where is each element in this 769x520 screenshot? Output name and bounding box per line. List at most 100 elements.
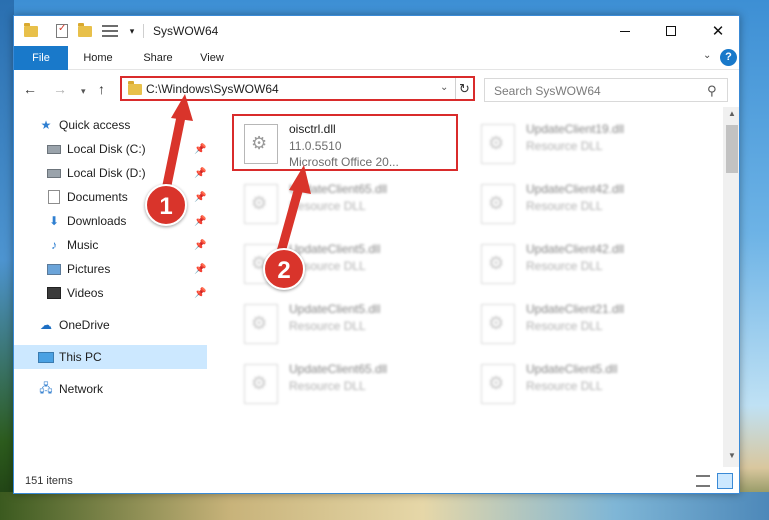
minimize-button[interactable] bbox=[602, 16, 648, 46]
scroll-up-arrow-icon[interactable]: ▲ bbox=[723, 109, 739, 121]
desktop-taskbar-area bbox=[0, 492, 769, 520]
music-icon: ♪ bbox=[51, 238, 57, 252]
file-tile[interactable]: oisctrl.dll 11.0.5510 Microsoft Office 2… bbox=[234, 114, 464, 172]
file-description: Resource DLL bbox=[289, 319, 366, 333]
sidebar-item-pictures[interactable]: Pictures 📌 bbox=[14, 257, 207, 281]
navigation-pane: ★ Quick access Local Disk (C:) 📌 Local D… bbox=[14, 107, 209, 467]
scroll-thumb[interactable] bbox=[726, 125, 738, 173]
file-name: UpdateClient42.dll bbox=[526, 242, 625, 256]
file-description: Resource DLL bbox=[526, 259, 603, 273]
sidebar-item-local-disk-d[interactable]: Local Disk (D:) 📌 bbox=[14, 161, 207, 185]
sidebar-item-label: Quick access bbox=[59, 118, 131, 132]
pictures-icon bbox=[46, 261, 62, 277]
view-options-icon[interactable] bbox=[99, 23, 121, 39]
file-description: Resource DLL bbox=[289, 199, 366, 213]
tab-share[interactable]: Share bbox=[136, 46, 180, 70]
sidebar-item-this-pc[interactable]: This PC bbox=[14, 345, 207, 369]
file-tile[interactable]: UpdateClient5.dll Resource DLL bbox=[471, 354, 701, 412]
dll-file-icon bbox=[481, 304, 515, 344]
sidebar-item-label: Pictures bbox=[67, 262, 111, 276]
search-placeholder: Search SysWOW64 bbox=[494, 84, 601, 98]
sidebar-item-label: Documents bbox=[67, 190, 128, 204]
step-2-badge: 2 bbox=[263, 248, 305, 290]
refresh-icon[interactable]: ↻ bbox=[455, 78, 473, 99]
pin-icon: 📌 bbox=[194, 287, 207, 299]
recent-locations-chevron-icon[interactable]: ▾ bbox=[81, 83, 86, 99]
file-tile[interactable]: UpdateClient5.dll Resource DLL bbox=[234, 294, 464, 352]
sidebar-item-label: Videos bbox=[67, 286, 104, 300]
sidebar-item-quick-access[interactable]: ★ Quick access bbox=[14, 113, 207, 137]
address-bar[interactable]: C:\Windows\SysWOW64 ⌄ ↻ bbox=[120, 76, 475, 101]
sidebar-item-network[interactable]: 🖧 Network bbox=[14, 377, 207, 401]
file-description: Resource DLL bbox=[289, 379, 366, 393]
dll-file-icon bbox=[244, 124, 278, 164]
back-arrow-icon[interactable]: ← bbox=[23, 81, 37, 97]
search-icon: ⚲ bbox=[707, 83, 717, 98]
quick-access-star-icon: ★ bbox=[40, 118, 52, 132]
dll-file-icon bbox=[244, 184, 278, 224]
file-name: UpdateClient42.dll bbox=[526, 182, 625, 196]
step-1-badge: 1 bbox=[145, 184, 187, 226]
minimize-icon bbox=[620, 30, 630, 32]
close-icon: ✕ bbox=[711, 23, 725, 40]
sidebar-item-label: OneDrive bbox=[59, 318, 110, 332]
tab-file[interactable]: File bbox=[14, 46, 68, 70]
file-name: UpdateClient5.dll bbox=[289, 302, 381, 316]
status-bar: 151 items bbox=[14, 467, 739, 493]
file-tile[interactable]: UpdateClient21.dll Resource DLL bbox=[471, 294, 701, 352]
sidebar-item-onedrive[interactable]: ☁ OneDrive bbox=[14, 313, 207, 337]
properties-icon[interactable] bbox=[54, 23, 70, 39]
new-folder-icon[interactable] bbox=[77, 22, 93, 39]
address-path[interactable]: C:\Windows\SysWOW64 bbox=[146, 82, 279, 96]
up-arrow-icon[interactable]: ↑ bbox=[98, 81, 105, 97]
file-tile[interactable]: UpdateClient42.dll Resource DLL bbox=[471, 174, 701, 232]
expand-ribbon-chevron-icon[interactable]: ⌄ bbox=[703, 50, 711, 61]
file-version: 11.0.5510 bbox=[289, 139, 342, 153]
tiles-view-icon[interactable] bbox=[717, 473, 733, 489]
dll-file-icon bbox=[481, 184, 515, 224]
local-disk-icon bbox=[46, 141, 62, 157]
maximize-button[interactable] bbox=[648, 16, 694, 46]
file-description: Resource DLL bbox=[526, 379, 603, 393]
sidebar-item-label: Local Disk (D:) bbox=[67, 166, 146, 180]
dll-file-icon bbox=[244, 364, 278, 404]
folder-icon bbox=[23, 22, 39, 39]
file-name: UpdateClient65.dll bbox=[289, 362, 388, 376]
file-description: Resource DLL bbox=[526, 319, 603, 333]
forward-arrow-icon[interactable]: → bbox=[53, 81, 67, 97]
tab-home[interactable]: Home bbox=[76, 46, 120, 70]
sidebar-item-label: This PC bbox=[59, 350, 102, 364]
help-button[interactable]: ? bbox=[720, 49, 737, 66]
local-disk-icon bbox=[46, 165, 62, 181]
onedrive-cloud-icon: ☁ bbox=[40, 318, 52, 332]
dll-file-icon bbox=[481, 244, 515, 284]
desktop-background bbox=[0, 0, 14, 520]
downloads-icon: ⬇ bbox=[48, 214, 60, 228]
scroll-down-arrow-icon[interactable]: ▼ bbox=[723, 451, 739, 463]
file-tile[interactable]: UpdateClient42.dll Resource DLL bbox=[471, 234, 701, 292]
vertical-scrollbar[interactable]: ▲ ▼ bbox=[723, 107, 739, 467]
pin-icon: 📌 bbox=[194, 167, 207, 179]
address-history-chevron-icon[interactable]: ⌄ bbox=[440, 82, 448, 93]
item-count: 151 items bbox=[25, 475, 73, 487]
sidebar-item-videos[interactable]: Videos 📌 bbox=[14, 281, 207, 305]
sidebar-item-music[interactable]: ♪ Music 📌 bbox=[14, 233, 207, 257]
file-tile[interactable]: UpdateClient19.dll Resource DLL bbox=[471, 114, 701, 172]
sidebar-item-local-disk-c[interactable]: Local Disk (C:) 📌 bbox=[14, 137, 207, 161]
customize-toolbar-chevron-icon[interactable]: ▾ bbox=[126, 23, 138, 39]
file-explorer-window: ▾ SysWOW64 ✕ File Home Share View ⌄ ? ← … bbox=[13, 15, 740, 494]
dll-file-icon bbox=[481, 364, 515, 404]
file-tile[interactable]: UpdateClient65.dll Resource DLL bbox=[234, 174, 464, 232]
videos-icon bbox=[46, 285, 62, 301]
search-input[interactable]: Search SysWOW64 ⚲ bbox=[484, 78, 728, 102]
details-view-icon[interactable] bbox=[696, 475, 710, 487]
close-button[interactable]: ✕ bbox=[695, 16, 739, 46]
dll-file-icon bbox=[481, 124, 515, 164]
sidebar-item-label: Downloads bbox=[67, 214, 127, 228]
sidebar-item-label: Local Disk (C:) bbox=[67, 142, 146, 156]
tab-view[interactable]: View bbox=[192, 46, 232, 70]
file-tile[interactable]: UpdateClient65.dll Resource DLL bbox=[234, 354, 464, 412]
pin-icon: 📌 bbox=[194, 191, 207, 203]
network-icon: 🖧 bbox=[39, 380, 53, 395]
file-name: UpdateClient5.dll bbox=[526, 362, 618, 376]
